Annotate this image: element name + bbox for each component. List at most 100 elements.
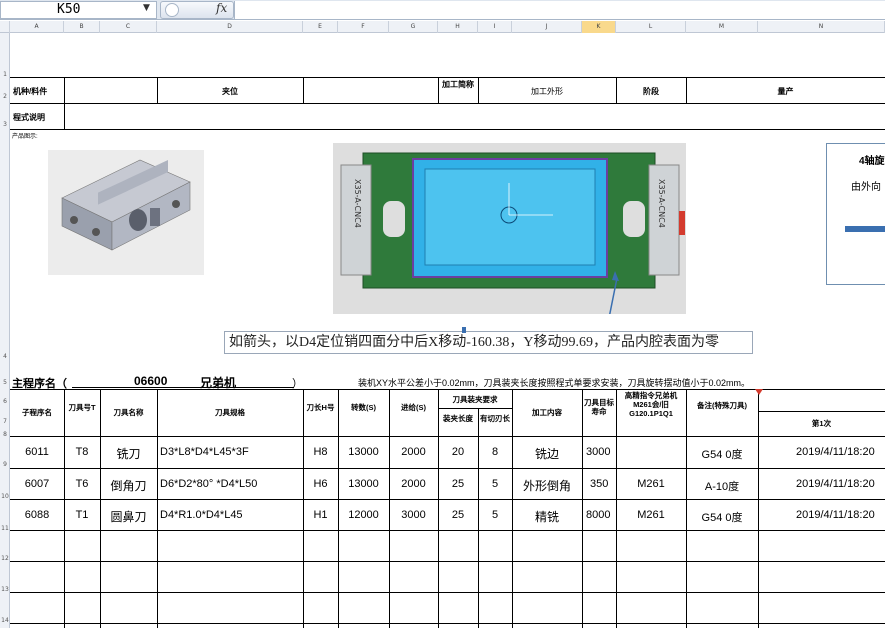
cell-tool-spec[interactable]: D3*L8*D4*L45*3F: [160, 446, 249, 458]
cell-cut-len[interactable]: 5: [478, 478, 512, 490]
row-header-3[interactable]: 3: [0, 121, 10, 128]
column-header-c[interactable]: C: [100, 21, 157, 33]
grid-line: [758, 411, 885, 412]
select-all-corner[interactable]: [0, 21, 10, 33]
cell-clamp-len[interactable]: 25: [438, 509, 478, 521]
cell-tool-no[interactable]: T1: [64, 509, 100, 521]
cell-speed[interactable]: 13000: [338, 478, 389, 490]
row-header-13[interactable]: 13: [0, 586, 10, 593]
th-tool-name: 刀具名称: [113, 408, 144, 417]
row-header-6[interactable]: 6: [0, 398, 10, 405]
cell-cmd[interactable]: M261: [616, 478, 686, 490]
row-header-4[interactable]: 4: [0, 353, 10, 360]
cell-life[interactable]: 350: [590, 478, 608, 490]
chevron-down-icon[interactable]: ▼: [143, 3, 150, 13]
grid-line: [10, 103, 885, 104]
cell-tool-spec[interactable]: D6*D2*80° *D4*L50: [160, 478, 257, 490]
cell-content[interactable]: 铣边: [512, 445, 582, 462]
cell-cut-len[interactable]: 8: [478, 446, 512, 458]
note-arrow-bar: [845, 226, 885, 232]
th-clamp-len: 装夹长度: [443, 414, 473, 423]
column-header-k[interactable]: K: [582, 21, 616, 33]
cell-time[interactable]: 2019/4/11/18:20: [796, 446, 875, 458]
cell-tool-name[interactable]: 圆鼻刀: [100, 508, 157, 525]
column-header-j[interactable]: J: [512, 21, 582, 33]
cell-speed[interactable]: 13000: [338, 446, 389, 458]
th-life: 刀具目标寿命: [584, 398, 614, 416]
cell-speed[interactable]: 12000: [338, 509, 389, 521]
cell-clamp-len[interactable]: 25: [438, 478, 478, 490]
row-header-7[interactable]: 7: [0, 418, 10, 425]
th-tool-no: 刀具号T: [68, 403, 96, 412]
grid-line: [10, 561, 885, 562]
comment-indicator: [755, 389, 763, 395]
column-header-f[interactable]: F: [338, 21, 389, 33]
cell-time[interactable]: 2019/4/11/18:20: [796, 478, 875, 490]
grid-line: [10, 623, 885, 624]
cell-life[interactable]: 8000: [586, 509, 610, 521]
row-header-8[interactable]: 8: [0, 431, 10, 438]
cell-length-h[interactable]: H1: [303, 509, 338, 521]
column-header-e[interactable]: E: [303, 21, 338, 33]
th-speed: 转数(S): [351, 403, 376, 412]
column-header-b[interactable]: B: [64, 21, 100, 33]
column-header-i[interactable]: I: [478, 21, 512, 33]
cell-tool-spec[interactable]: D4*R1.0*D4*L45: [160, 509, 243, 521]
row-header-10[interactable]: 10: [0, 493, 10, 500]
column-header-h[interactable]: H: [438, 21, 478, 33]
cell-tool-no[interactable]: T6: [64, 478, 100, 490]
row-header-12[interactable]: 12: [0, 555, 10, 562]
grid-line: [157, 389, 158, 628]
row-header-5[interactable]: 5: [0, 379, 10, 386]
grid-line: [10, 389, 885, 390]
cell-cut-len[interactable]: 5: [478, 509, 512, 521]
column-header-a[interactable]: A: [10, 21, 64, 33]
row-header-11[interactable]: 11: [0, 525, 10, 532]
cell-prog[interactable]: 6011: [10, 446, 64, 458]
cell-life[interactable]: 3000: [586, 446, 610, 458]
row-header-bar: 1 2 3 4 5 6 7 8 9 10 11 12 13 14: [0, 33, 10, 628]
part-image: [48, 150, 204, 275]
cell-feed[interactable]: 2000: [389, 478, 438, 490]
cell-content[interactable]: 外形倒角: [512, 477, 582, 494]
row-header-2[interactable]: 2: [0, 93, 10, 100]
column-header-m[interactable]: M: [686, 21, 758, 33]
cell-length-h[interactable]: H8: [303, 446, 338, 458]
th-remark: 备注(特殊刀具): [697, 401, 747, 410]
formula-input[interactable]: [234, 1, 885, 19]
cell-prog[interactable]: 6007: [10, 478, 64, 490]
cell-tool-no[interactable]: T8: [64, 446, 100, 458]
cell-feed[interactable]: 3000: [389, 509, 438, 521]
row-header-1[interactable]: 1: [0, 71, 10, 78]
name-box[interactable]: K50: [0, 1, 157, 19]
row-header-9[interactable]: 9: [0, 461, 10, 468]
grid-line: [10, 530, 885, 531]
grid-line: [10, 468, 885, 469]
cell-cmd[interactable]: M261: [616, 509, 686, 521]
expand-circle-icon[interactable]: [165, 3, 179, 17]
column-header-d[interactable]: D: [157, 21, 303, 33]
product-view-label: 产品图示:: [12, 134, 38, 140]
cell-content[interactable]: 精铣: [512, 508, 582, 525]
insert-function-button[interactable]: fx: [216, 1, 227, 15]
column-header-l[interactable]: L: [616, 21, 686, 33]
cell-prog[interactable]: 6088: [10, 509, 64, 521]
note-line-2: 由外向: [851, 182, 881, 193]
column-header-g[interactable]: G: [389, 21, 438, 33]
cell-remark[interactable]: G54 0度: [686, 446, 758, 462]
cell-feed[interactable]: 2000: [389, 446, 438, 458]
cell-length-h[interactable]: H6: [303, 478, 338, 490]
cell-remark[interactable]: A-10度: [686, 478, 758, 494]
cell-time[interactable]: 2019/4/11/18:20: [796, 509, 875, 521]
cell-clamp-len[interactable]: 20: [438, 446, 478, 458]
cell-tool-name[interactable]: 倒角刀: [100, 477, 157, 494]
th-content: 加工内容: [532, 408, 562, 417]
th-clamp-req: 刀具装夹要求: [452, 395, 498, 404]
row-header-14[interactable]: 14: [0, 617, 10, 624]
fixture-mark-right: X35-A-CNC4: [657, 179, 666, 228]
grid-line: [10, 499, 885, 500]
cell-remark[interactable]: G54 0度: [686, 509, 758, 525]
grid-line: [10, 436, 885, 437]
cell-tool-name[interactable]: 铣刀: [100, 445, 157, 462]
column-header-n[interactable]: N: [758, 21, 885, 33]
